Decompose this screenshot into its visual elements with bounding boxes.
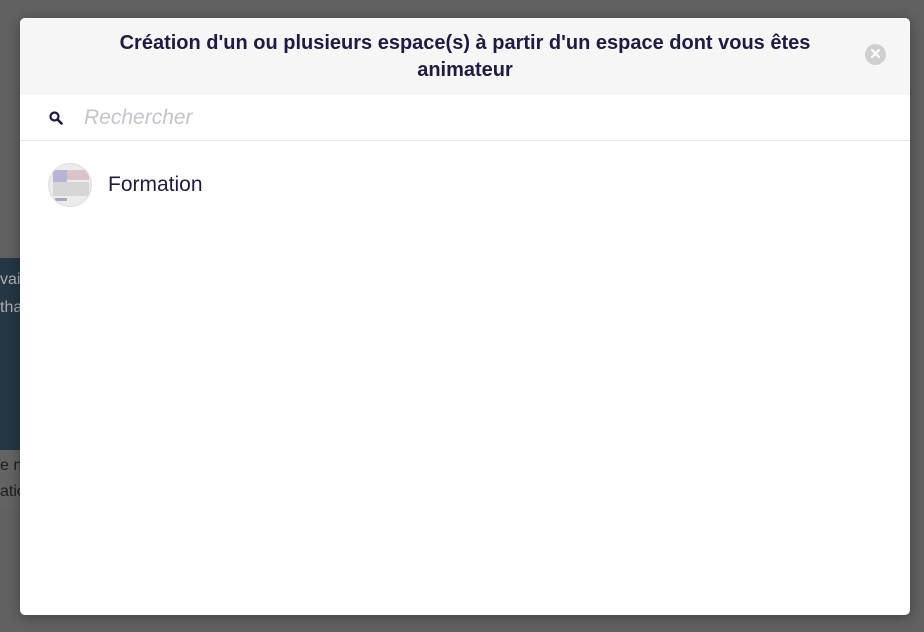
space-avatar bbox=[48, 163, 92, 207]
modal-header: Création d'un ou plusieurs espace(s) à p… bbox=[20, 18, 910, 95]
create-space-modal: Création d'un ou plusieurs espace(s) à p… bbox=[20, 18, 910, 615]
close-icon bbox=[870, 46, 881, 64]
search-input[interactable] bbox=[84, 105, 784, 130]
search-bar bbox=[20, 95, 910, 141]
space-list: Formation bbox=[20, 141, 910, 229]
space-name: Formation bbox=[108, 173, 203, 196]
list-item[interactable]: Formation bbox=[20, 141, 910, 229]
close-button[interactable] bbox=[865, 44, 886, 65]
modal-title: Création d'un ou plusieurs espace(s) à p… bbox=[119, 31, 811, 81]
search-icon bbox=[48, 110, 64, 126]
